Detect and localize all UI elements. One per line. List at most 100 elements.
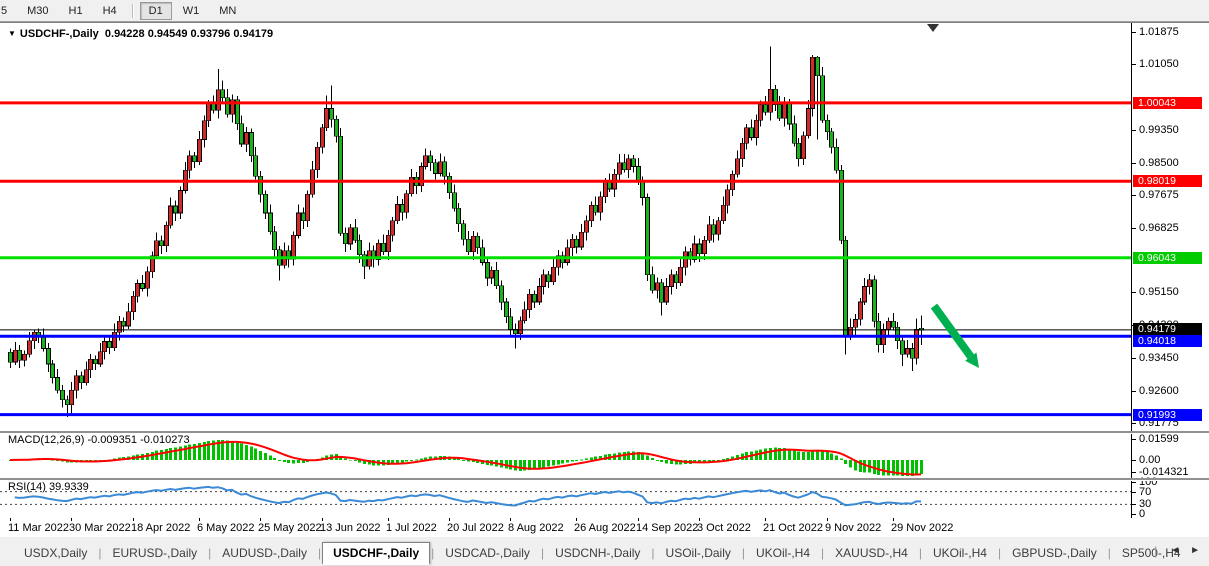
date-tick-mark <box>827 518 828 521</box>
tab-xauusd-h4[interactable]: XAUUSD-,H4 <box>825 543 918 563</box>
date-tick-label: 30 Mar 2022 <box>69 522 131 534</box>
timeframe-button-MN[interactable]: MN <box>210 2 245 20</box>
macd-indicator-label: MACD(12,26,9) -0.009351 -0.010273 <box>8 434 190 446</box>
timeframe-button-H4[interactable]: H4 <box>94 2 126 20</box>
date-tick-label: 3 Oct 2022 <box>697 522 751 534</box>
date-tick-mark <box>638 518 639 521</box>
timeframe-button-W1[interactable]: W1 <box>174 2 209 20</box>
date-tick-mark <box>893 518 894 521</box>
date-tick-mark <box>765 518 766 521</box>
date-tick-mark <box>133 518 134 521</box>
date-axis[interactable]: 11 Mar 202230 Mar 202218 Apr 20226 May 2… <box>0 518 1209 537</box>
axis-tick-mark <box>1132 130 1136 131</box>
trend-arrow-shaft[interactable] <box>934 306 971 357</box>
price-tick-0.97675: 0.97675 <box>1139 189 1179 201</box>
date-tick-label: 21 Oct 2022 <box>763 522 823 534</box>
tab-separator: | <box>1108 546 1111 560</box>
macd-tick-0.01599: 0.01599 <box>1139 433 1179 445</box>
timeframe-button-H1[interactable]: H1 <box>60 2 92 20</box>
tab-separator: | <box>821 546 824 560</box>
mt4-terminal: 5M30H1H4 D1W1MN ▼ USDCHF-,Daily 0.94228 0.… <box>0 0 1209 566</box>
timeframe-button-M30[interactable]: M30 <box>18 2 57 20</box>
axis-tick-mark <box>1132 439 1136 440</box>
tab-separator: | <box>998 546 1001 560</box>
tab-usdchf-daily[interactable]: USDCHF-,Daily <box>322 542 430 565</box>
date-tick-mark <box>71 518 72 521</box>
tab-usdcnh-daily[interactable]: USDCNH-,Daily <box>545 543 650 563</box>
price-axis[interactable]: 1.018751.010500.993500.985000.976750.968… <box>1132 23 1209 537</box>
timeframe-button-5[interactable]: 5 <box>0 2 16 20</box>
tab-usdx-daily[interactable]: USDX,Daily <box>14 543 97 563</box>
price-axis-border <box>1131 23 1132 518</box>
price-tick-1.01050: 1.01050 <box>1139 58 1179 70</box>
axis-tick-mark <box>1132 504 1136 505</box>
tab-scroll-buttons: | ◄ ► <box>1154 543 1205 558</box>
date-tick-label: 26 Aug 2022 <box>574 522 636 534</box>
tab-eurusd-daily[interactable]: EURUSD-,Daily <box>102 543 207 563</box>
price-level-label-1.00043: 1.00043 <box>1133 97 1202 109</box>
axis-tick-mark <box>1132 163 1136 164</box>
tab-scroll-right-icon[interactable]: ► <box>1185 543 1205 558</box>
date-tick-label: 8 Aug 2022 <box>508 522 564 534</box>
tab-separator: | <box>98 546 101 560</box>
axis-tick-mark <box>1132 358 1136 359</box>
axis-tick-mark <box>1132 228 1136 229</box>
axis-tick-mark <box>1132 195 1136 196</box>
date-tick-mark <box>699 518 700 521</box>
price-tick-0.98500: 0.98500 <box>1139 157 1179 169</box>
tab-usoil-daily[interactable]: USOil-,Daily <box>656 543 741 563</box>
price-level-label-0.96043: 0.96043 <box>1133 252 1202 264</box>
pane-splitter-rsi[interactable] <box>0 478 1209 481</box>
tab-separator: | <box>208 546 211 560</box>
date-tick-label: 25 May 2022 <box>258 522 322 534</box>
date-tick-mark <box>199 518 200 521</box>
chart-canvas[interactable] <box>0 23 1209 537</box>
tab-separator: | <box>318 546 321 560</box>
chart-window[interactable]: ▼ USDCHF-,Daily 0.94228 0.94549 0.93796 0… <box>0 22 1209 537</box>
axis-tick-mark <box>1132 482 1136 483</box>
timeframe-button-D1[interactable]: D1 <box>140 2 172 20</box>
date-tick-label: 9 Nov 2022 <box>825 522 881 534</box>
tab-ukoil-h4[interactable]: UKOil-,H4 <box>923 543 997 563</box>
tab-separator: | <box>742 546 745 560</box>
axis-tick-mark <box>1132 472 1136 473</box>
tab-ukoil-h4[interactable]: UKOil-,H4 <box>746 543 820 563</box>
axis-tick-mark <box>1132 64 1136 65</box>
chart-dropdown-icon[interactable]: ▼ <box>8 29 16 38</box>
tab-separator: | <box>541 546 544 560</box>
axis-tick-mark <box>1132 292 1136 293</box>
rsi-tick-70: 70 <box>1139 486 1151 498</box>
price-level-label-0.94179: 0.94179 <box>1133 323 1202 335</box>
date-tick-label: 20 Jul 2022 <box>447 522 504 534</box>
price-level-label-0.91993: 0.91993 <box>1133 409 1202 421</box>
chart-shift-marker-icon <box>927 24 939 32</box>
tab-gbpusd-daily[interactable]: GBPUSD-,Daily <box>1002 543 1107 563</box>
axis-tick-mark <box>1132 514 1136 515</box>
price-level-label-0.98019: 0.98019 <box>1133 175 1202 187</box>
price-tick-0.92600: 0.92600 <box>1139 385 1179 397</box>
date-tick-mark <box>449 518 450 521</box>
price-tick-0.96825: 0.96825 <box>1139 222 1179 234</box>
tab-audusd-daily[interactable]: AUDUSD-,Daily <box>212 543 317 563</box>
axis-tick-mark <box>1132 492 1136 493</box>
date-tick-label: 18 Apr 2022 <box>131 522 190 534</box>
date-tick-label: 11 Mar 2022 <box>8 522 69 534</box>
tab-scroll-left-icon[interactable]: ◄ <box>1165 543 1185 558</box>
date-tick-mark <box>322 518 323 521</box>
tab-usdcad-daily[interactable]: USDCAD-,Daily <box>435 543 540 563</box>
date-tick-label: 14 Sep 2022 <box>636 522 698 534</box>
chart-ohlc-values: 0.94228 0.94549 0.93796 0.94179 <box>105 28 273 40</box>
date-tick-mark <box>260 518 261 521</box>
chart-tabbar: USDX,Daily|EURUSD-,Daily|AUDUSD-,Daily|U… <box>0 540 1209 566</box>
date-tick-mark <box>10 518 11 521</box>
rsi-indicator-label: RSI(14) 39.9339 <box>8 481 89 493</box>
price-level-label-0.94018: 0.94018 <box>1133 335 1202 347</box>
price-tick-0.93450: 0.93450 <box>1139 352 1179 364</box>
price-tick-0.95150: 0.95150 <box>1139 286 1179 298</box>
price-tick-0.99350: 0.99350 <box>1139 124 1179 136</box>
date-tick-mark <box>388 518 389 521</box>
tab-separator: | <box>919 546 922 560</box>
chart-symbol-label: USDCHF-,Daily <box>20 28 99 40</box>
date-tick-label: 29 Nov 2022 <box>891 522 953 534</box>
date-tick-mark <box>510 518 511 521</box>
